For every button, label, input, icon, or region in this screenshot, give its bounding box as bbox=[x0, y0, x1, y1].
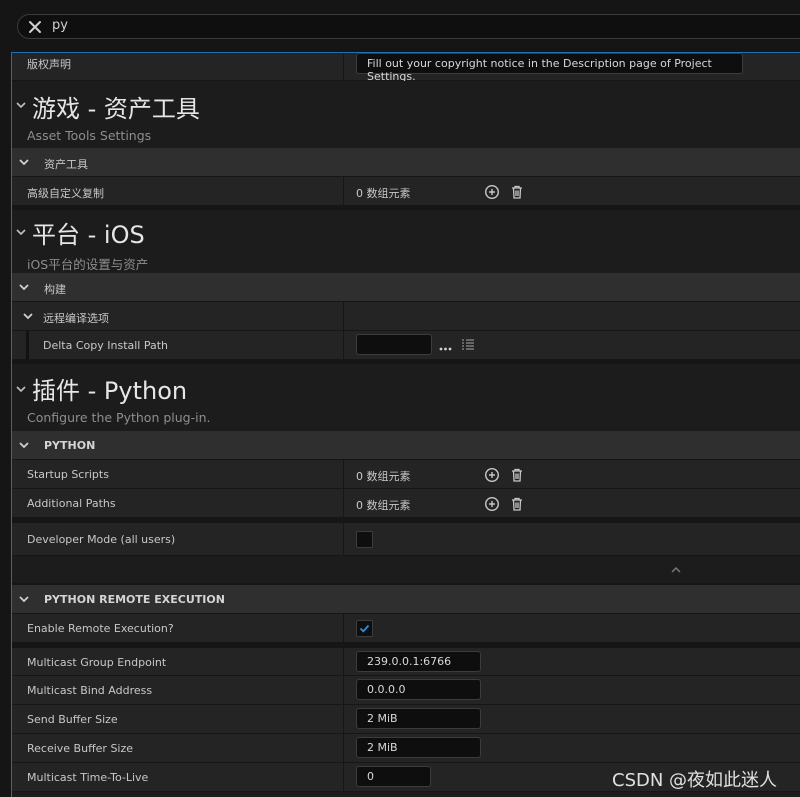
add-element-icon[interactable] bbox=[484, 467, 500, 483]
send-buffer-row: Send Buffer Size 2 MiB bbox=[12, 705, 800, 734]
watermark: CSDN @夜如此迷人 bbox=[612, 770, 778, 791]
remote-build-subsection[interactable]: 远程编译选项 bbox=[12, 302, 800, 331]
send-buffer-input[interactable]: 2 MiB bbox=[356, 708, 481, 729]
category-asset-tools: 游戏 - 资产工具 Asset Tools Settings bbox=[12, 81, 800, 148]
chevron-down-icon[interactable] bbox=[17, 156, 31, 168]
chevron-down-icon[interactable] bbox=[14, 383, 28, 395]
close-icon[interactable] bbox=[26, 18, 44, 36]
category-description: Asset Tools Settings bbox=[27, 128, 152, 143]
category-description: iOS平台的设置与资产 bbox=[27, 257, 149, 272]
developer-mode-label: Developer Mode (all users) bbox=[27, 533, 176, 546]
copyright-row: 版权声明 Fill out your copyright notice in t… bbox=[12, 53, 800, 83]
developer-mode-row: Developer Mode (all users) bbox=[12, 523, 800, 556]
section-asset-tools[interactable]: 资产工具 bbox=[12, 148, 800, 177]
ellipsis-icon[interactable] bbox=[438, 339, 454, 355]
receive-buffer-row: Receive Buffer Size 2 MiB bbox=[12, 734, 800, 763]
copyright-label: 版权声明 bbox=[27, 58, 71, 71]
add-element-icon[interactable] bbox=[484, 184, 500, 200]
section-title: PYTHON bbox=[44, 439, 96, 452]
category-title: 游戏 - 资产工具 bbox=[32, 95, 200, 123]
enable-remote-label: Enable Remote Execution? bbox=[27, 622, 174, 635]
multicast-bind-input[interactable]: 0.0.0.0 bbox=[356, 679, 481, 700]
additional-paths-row: Additional Paths 0 数组元素 bbox=[12, 489, 800, 518]
multicast-bind-row: Multicast Bind Address 0.0.0.0 bbox=[12, 676, 800, 705]
category-ios: 平台 - iOS iOS平台的设置与资产 bbox=[12, 206, 800, 273]
chevron-down-icon[interactable] bbox=[17, 281, 31, 293]
multicast-group-row: Multicast Group Endpoint 239.0.0.1:6766 bbox=[12, 648, 800, 676]
enable-remote-checkbox[interactable] bbox=[356, 620, 373, 637]
enable-remote-row: Enable Remote Execution? bbox=[12, 614, 800, 643]
checkmark-icon bbox=[359, 624, 370, 633]
settings-panel: 版权声明 Fill out your copyright notice in t… bbox=[11, 52, 800, 797]
category-title: 插件 - Python bbox=[32, 377, 188, 405]
multicast-group-label: Multicast Group Endpoint bbox=[27, 656, 167, 669]
startup-scripts-row: Startup Scripts 0 数组元素 bbox=[12, 460, 800, 489]
additional-paths-value: 0 数组元素 bbox=[356, 499, 411, 512]
browse-list-icon[interactable] bbox=[460, 337, 476, 353]
receive-buffer-label: Receive Buffer Size bbox=[27, 742, 134, 755]
search-input[interactable]: py bbox=[52, 18, 68, 33]
receive-buffer-input[interactable]: 2 MiB bbox=[356, 737, 481, 758]
advanced-copy-row: 高级自定义复制 0 数组元素 bbox=[12, 177, 800, 206]
startup-scripts-value: 0 数组元素 bbox=[356, 470, 411, 483]
section-remote-execution[interactable]: PYTHON REMOTE EXECUTION bbox=[12, 585, 800, 614]
category-python: 插件 - Python Configure the Python plug-in… bbox=[12, 360, 800, 431]
delta-copy-row: Delta Copy Install Path bbox=[12, 331, 800, 360]
additional-paths-label: Additional Paths bbox=[27, 497, 116, 510]
section-title: PYTHON REMOTE EXECUTION bbox=[44, 593, 225, 606]
send-buffer-label: Send Buffer Size bbox=[27, 713, 118, 726]
delta-copy-input[interactable] bbox=[356, 334, 432, 355]
section-python[interactable]: PYTHON bbox=[12, 431, 800, 460]
chevron-down-icon[interactable] bbox=[17, 439, 31, 451]
advanced-toggle-bar bbox=[12, 556, 800, 583]
multicast-bind-label: Multicast Bind Address bbox=[27, 684, 153, 697]
ttl-label: Multicast Time-To-Live bbox=[27, 771, 149, 784]
ttl-input[interactable]: 0 bbox=[356, 766, 431, 787]
chevron-down-icon[interactable] bbox=[14, 226, 28, 238]
trash-icon[interactable] bbox=[509, 184, 525, 200]
trash-icon[interactable] bbox=[509, 467, 525, 483]
section-build[interactable]: 构建 bbox=[12, 273, 800, 302]
search-bar[interactable]: py bbox=[17, 14, 800, 39]
subsection-title: 远程编译选项 bbox=[43, 312, 109, 325]
section-title: 资产工具 bbox=[44, 158, 88, 171]
chevron-down-icon[interactable] bbox=[21, 310, 35, 322]
chevron-down-icon[interactable] bbox=[14, 99, 28, 111]
chevron-up-icon[interactable] bbox=[669, 564, 683, 576]
delta-copy-label: Delta Copy Install Path bbox=[43, 339, 169, 352]
startup-scripts-label: Startup Scripts bbox=[27, 468, 109, 481]
trash-icon[interactable] bbox=[509, 496, 525, 512]
developer-mode-checkbox[interactable] bbox=[356, 531, 373, 548]
multicast-group-input[interactable]: 239.0.0.1:6766 bbox=[356, 651, 481, 672]
section-title: 构建 bbox=[44, 283, 66, 296]
category-description: Configure the Python plug-in. bbox=[27, 410, 211, 425]
chevron-down-icon[interactable] bbox=[17, 593, 31, 605]
advanced-copy-value: 0 数组元素 bbox=[356, 187, 411, 200]
category-title: 平台 - iOS bbox=[32, 221, 145, 249]
copyright-input[interactable]: Fill out your copyright notice in the De… bbox=[356, 53, 743, 83]
advanced-copy-label: 高级自定义复制 bbox=[27, 187, 104, 200]
add-element-icon[interactable] bbox=[484, 496, 500, 512]
